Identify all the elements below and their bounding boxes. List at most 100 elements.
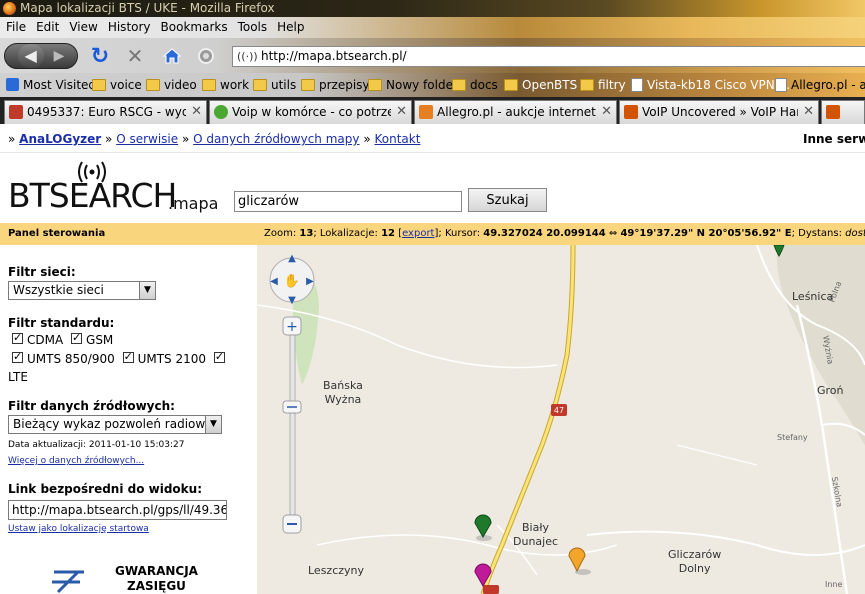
stop-button[interactable]: ✕ bbox=[123, 43, 147, 69]
bookmark-work[interactable]: work bbox=[202, 73, 249, 97]
forward-button[interactable]: ▶ bbox=[54, 48, 65, 64]
tab-close-icon[interactable]: ✕ bbox=[803, 101, 814, 123]
set-start-location-link[interactable]: Ustaw jako lokalizację startowa bbox=[8, 524, 149, 534]
map-label-inne: Inne bbox=[825, 580, 843, 589]
pan-left-icon[interactable]: ◀ bbox=[270, 276, 278, 287]
breadcrumb-kontakt[interactable]: Kontakt bbox=[374, 132, 420, 146]
breadcrumb: » AnaLOGyzer » O serwisie » O danych źró… bbox=[8, 132, 421, 146]
source-filter-select[interactable]: Bieżący wykaz pozwoleń radiow ▼ bbox=[8, 415, 222, 434]
standard-filter-title: Filtr standardu: bbox=[8, 316, 115, 330]
addon-button[interactable] bbox=[194, 43, 218, 69]
folder-icon bbox=[92, 79, 106, 91]
tab-voip-uncovered[interactable]: VoIP Uncovered » VoIP Hard... ✕ bbox=[619, 100, 819, 124]
web-page: » AnaLOGyzer » O serwisie » O danych źró… bbox=[0, 124, 865, 594]
tab-favicon bbox=[624, 105, 638, 119]
locations-count: 12 bbox=[381, 228, 395, 239]
gear-icon bbox=[198, 48, 214, 64]
road-shield-label: 47 bbox=[554, 406, 564, 415]
menu-tools[interactable]: Tools bbox=[233, 17, 273, 38]
tab-voip-komorce[interactable]: Voip w komórce - co potrzebuj... ✕ bbox=[209, 100, 412, 124]
navigation-toolbar: ◀ ▶ ↻ ✕ ((·)) http://mapa.btsearch.pl/ bbox=[0, 38, 865, 73]
map-label-banska-wyzna: Bańska Wyżna bbox=[323, 379, 363, 406]
standard-checkbox-row-2: UMTS 850/900 UMTS 2100 bbox=[12, 350, 229, 366]
site-antenna-icon: ((·)) bbox=[237, 50, 258, 63]
header-divider bbox=[0, 152, 865, 153]
menu-bookmarks[interactable]: Bookmarks bbox=[156, 17, 233, 38]
bookmark-przepisy[interactable]: przepisy bbox=[301, 73, 370, 97]
tab-euro-rscg[interactable]: 0495337: Euro RSCG - wydzw... ✕ bbox=[4, 100, 207, 124]
bookmark-voice[interactable]: voice bbox=[92, 73, 142, 97]
distance-value: dostępny po klikni bbox=[845, 228, 865, 239]
menu-history[interactable]: History bbox=[103, 17, 156, 38]
menu-file[interactable]: File bbox=[0, 17, 31, 38]
other-services-label: Inne serwi bbox=[803, 132, 865, 146]
bookmark-docs[interactable]: docs bbox=[452, 73, 498, 97]
bookmark-most-visited[interactable]: Most Visited bbox=[6, 73, 96, 97]
checkbox-umts-2100[interactable] bbox=[122, 350, 134, 363]
window-title-bar: Mapa lokalizacji BTS / UKE - Mozilla Fir… bbox=[0, 0, 865, 17]
bookmark-openbts[interactable]: OpenBTS bbox=[504, 73, 577, 97]
tab-close-icon[interactable]: ✕ bbox=[601, 101, 612, 123]
cursor-decimal: 49.327024 20.099144 bbox=[483, 228, 606, 239]
address-bar[interactable]: ((·)) http://mapa.btsearch.pl/ bbox=[232, 46, 865, 67]
breadcrumb-o-danych[interactable]: O danych źródłowych mapy bbox=[193, 132, 359, 146]
btsearch-logo[interactable]: BTSEARCH .mapa bbox=[8, 158, 218, 218]
breadcrumb-o-serwisie[interactable]: O serwisie bbox=[116, 132, 178, 146]
back-button[interactable]: ◀ bbox=[17, 44, 44, 68]
map-status-bar: Zoom: 13; Lokalizacje: 12 [export]; Kurs… bbox=[257, 223, 865, 245]
zoom-slider-track[interactable] bbox=[289, 324, 296, 516]
checkbox-gsm[interactable] bbox=[71, 331, 83, 344]
folder-icon bbox=[580, 79, 594, 91]
zoom-value: 13 bbox=[299, 228, 314, 239]
folder-icon bbox=[368, 79, 382, 91]
zoom-in-icon: + bbox=[286, 319, 298, 335]
breadcrumb-home-link[interactable]: AnaLOGyzer bbox=[19, 132, 101, 146]
more-source-link[interactable]: Więcej o danych źródłowych... bbox=[8, 456, 144, 466]
folder-icon bbox=[202, 79, 216, 91]
tab-vo[interactable]: Vo bbox=[821, 100, 865, 124]
checkbox-lte[interactable] bbox=[213, 350, 225, 363]
map-view[interactable]: 47 ▲ ▼ ◀ ▶ ✋ + Bańska Wyżna Leśnica Groń… bbox=[257, 245, 865, 594]
reload-button[interactable]: ↻ bbox=[88, 43, 112, 69]
menu-view[interactable]: View bbox=[64, 17, 102, 38]
control-panel-header: Panel sterowania bbox=[0, 223, 257, 245]
pan-up-icon[interactable]: ▲ bbox=[288, 253, 296, 264]
checkbox-cdma[interactable] bbox=[12, 331, 23, 344]
update-date: Data aktualizacji: 2011-01-10 15:03:27 bbox=[8, 440, 185, 450]
direct-link-field[interactable]: http://mapa.btsearch.pl/gps/ll/49.366 bbox=[8, 500, 227, 520]
chevron-down-icon: ▼ bbox=[205, 416, 221, 433]
home-button[interactable] bbox=[160, 43, 184, 69]
tab-allegro[interactable]: Allegro.pl - aukcje internetowe,... ✕ bbox=[414, 100, 617, 124]
bookmark-vista-vpn[interactable]: Vista-kb18 Cisco VPN ... bbox=[631, 73, 790, 97]
lte-label: LTE bbox=[8, 370, 28, 384]
network-filter-select[interactable]: Wszystkie sieci ▼ bbox=[8, 281, 156, 300]
address-url[interactable]: http://mapa.btsearch.pl/ bbox=[261, 47, 407, 66]
menu-edit[interactable]: Edit bbox=[31, 17, 64, 38]
bts-marker-green[interactable] bbox=[474, 514, 492, 541]
map-label-stefany: Stefany bbox=[777, 433, 808, 442]
bookmark-nowy-folder[interactable]: Nowy folder bbox=[368, 73, 458, 97]
folder-icon bbox=[253, 79, 267, 91]
location-search-input[interactable] bbox=[234, 191, 462, 212]
control-panel: Filtr sieci: Wszystkie sieci ▼ Filtr sta… bbox=[0, 245, 257, 594]
tab-favicon bbox=[826, 105, 840, 119]
map-label-gliczarow-dolny: Gliczarów Dolny bbox=[668, 548, 722, 575]
pan-down-icon[interactable]: ▼ bbox=[288, 295, 296, 306]
bookmark-video[interactable]: video bbox=[146, 73, 197, 97]
tab-close-icon[interactable]: ✕ bbox=[396, 101, 407, 123]
map-label-bialy-dunajec: Biały Dunajec bbox=[513, 521, 559, 548]
search-button[interactable]: Szukaj bbox=[468, 188, 547, 212]
bookmark-filtry[interactable]: filtry bbox=[580, 73, 626, 97]
folder-icon bbox=[452, 79, 466, 91]
bookmark-allegro[interactable]: Allegro.pl - aukc bbox=[775, 73, 865, 97]
checkbox-umts-850-900[interactable] bbox=[12, 350, 23, 363]
map-canvas[interactable]: 47 ▲ ▼ ◀ ▶ ✋ + bbox=[257, 245, 865, 594]
pan-right-icon[interactable]: ▶ bbox=[306, 276, 314, 287]
map-label-leszczyny: Leszczyny bbox=[308, 564, 365, 577]
most-visited-icon bbox=[6, 78, 19, 91]
export-link[interactable]: export bbox=[402, 228, 434, 239]
tab-close-icon[interactable]: ✕ bbox=[191, 101, 202, 123]
menu-help[interactable]: Help bbox=[272, 17, 309, 38]
reload-icon: ↻ bbox=[90, 43, 110, 69]
bookmark-utils[interactable]: utils bbox=[253, 73, 296, 97]
